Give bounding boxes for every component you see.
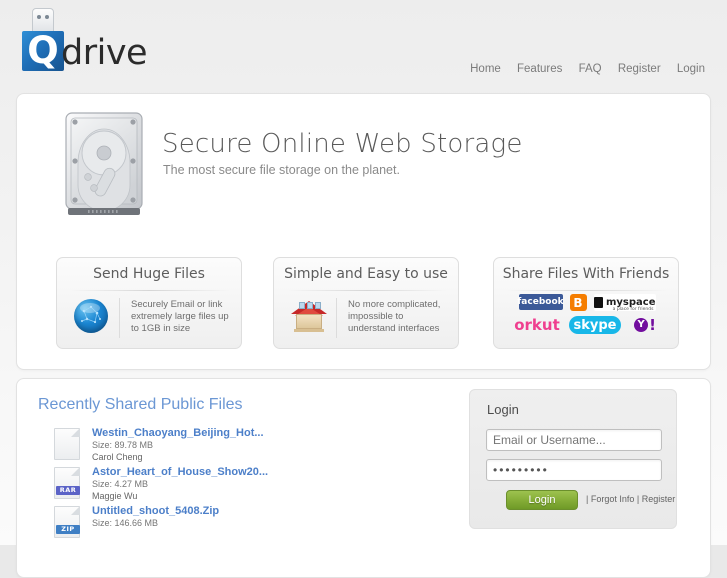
globe-icon bbox=[74, 299, 110, 335]
feature-text: No more complicated, impossible to under… bbox=[348, 299, 441, 334]
feature-title: Send Huge Files bbox=[93, 266, 205, 282]
myspace-icon[interactable]: myspace a place for friends bbox=[593, 294, 656, 312]
house-icon bbox=[291, 299, 327, 335]
nav-item-register[interactable]: Register bbox=[618, 63, 661, 75]
site-logo[interactable]: Q drive bbox=[14, 8, 214, 73]
feature-divider-rule bbox=[507, 290, 667, 291]
hero-subtitle: The most secure file storage on the plan… bbox=[163, 163, 400, 177]
file-owner: Carol Cheng bbox=[92, 452, 143, 462]
feature-vertical-divider bbox=[336, 298, 337, 338]
file-name-link[interactable]: Untitled_shoot_5408.Zip bbox=[92, 505, 219, 517]
feature-box-share-with-friends[interactable]: Share Files With Friends facebook B mysp… bbox=[493, 257, 679, 349]
password-input[interactable] bbox=[486, 459, 662, 481]
feature-box-simple-and-easy[interactable]: Simple and Easy to use No more complicat… bbox=[273, 257, 459, 349]
nav-item-faq[interactable]: FAQ bbox=[579, 63, 602, 75]
skype-icon[interactable]: skype bbox=[569, 316, 621, 334]
site-header: Q drive Home Features FAQ Register Login bbox=[0, 0, 727, 92]
feature-text: Securely Email or link extremely large f… bbox=[131, 299, 229, 334]
feature-title: Share Files With Friends bbox=[502, 266, 670, 282]
myspace-tagline: a place for friends bbox=[612, 306, 654, 312]
facebook-icon[interactable]: facebook bbox=[517, 294, 564, 310]
username-input[interactable] bbox=[486, 429, 662, 451]
list-item[interactable]: Westin_Chaoyang_Beijing_Hot... Size: 89.… bbox=[40, 427, 325, 464]
file-size: Size: 4.27 MB bbox=[92, 479, 149, 489]
file-size: Size: 146.66 MB bbox=[92, 518, 159, 528]
hero-panel: Secure Online Web Storage The most secur… bbox=[16, 93, 711, 370]
file-icon bbox=[54, 428, 80, 460]
feature-title: Simple and Easy to use bbox=[284, 266, 448, 282]
nav-item-home[interactable]: Home bbox=[470, 63, 501, 75]
orkut-icon[interactable]: orkut bbox=[512, 316, 562, 334]
blogger-icon[interactable]: B bbox=[569, 294, 587, 311]
login-links-text[interactable]: | Forgot Info | Register bbox=[586, 494, 675, 504]
file-name-link[interactable]: Astor_Heart_of_House_Show20... bbox=[92, 466, 268, 478]
file-icon: RAR bbox=[54, 467, 80, 499]
main-nav: Home Features FAQ Register Login bbox=[457, 63, 705, 75]
nav-item-login[interactable]: Login bbox=[677, 63, 705, 75]
file-size: Size: 89.78 MB bbox=[92, 440, 154, 450]
hard-drive-icon bbox=[65, 112, 143, 215]
list-item[interactable]: RAR Astor_Heart_of_House_Show20... Size:… bbox=[40, 466, 325, 503]
login-title: Login bbox=[487, 402, 519, 417]
feature-divider-rule bbox=[70, 290, 230, 291]
login-panel: Login Login | Forgot Info | Register bbox=[469, 389, 677, 529]
logo-letter-q: Q bbox=[27, 29, 59, 72]
file-type-badge: ZIP bbox=[56, 525, 80, 534]
logo-wordmark: drive bbox=[61, 33, 148, 73]
list-item[interactable]: ZIP Untitled_shoot_5408.Zip Size: 146.66… bbox=[40, 505, 325, 542]
page-title: Recently Shared Public Files bbox=[38, 396, 243, 413]
feature-divider-rule bbox=[287, 290, 447, 291]
login-links: | Forgot Info | Register bbox=[586, 494, 675, 504]
page-root: Q drive Home Features FAQ Register Login bbox=[0, 0, 727, 578]
recent-files-panel: Recently Shared Public Files Westin_Chao… bbox=[16, 378, 711, 578]
file-icon: ZIP bbox=[54, 506, 80, 538]
nav-item-features[interactable]: Features bbox=[517, 63, 562, 75]
file-owner: Maggie Wu bbox=[92, 491, 138, 501]
social-logo-list: facebook B myspace a place for friends o… bbox=[505, 294, 669, 334]
myspace-mark-icon bbox=[593, 297, 603, 308]
recent-files-list: Westin_Chaoyang_Beijing_Hot... Size: 89.… bbox=[40, 427, 325, 544]
login-button[interactable]: Login bbox=[506, 490, 578, 510]
feature-box-send-huge-files[interactable]: Send Huge Files Securely Email or link e… bbox=[56, 257, 242, 349]
file-type-badge: RAR bbox=[56, 486, 80, 495]
feature-vertical-divider bbox=[119, 298, 120, 338]
yahoo-icon[interactable]: Y! bbox=[628, 316, 662, 334]
file-name-link[interactable]: Westin_Chaoyang_Beijing_Hot... bbox=[92, 427, 264, 439]
yahoo-mark: Y bbox=[634, 318, 649, 332]
myspace-label: myspace bbox=[605, 296, 656, 308]
yahoo-suffix: ! bbox=[649, 315, 656, 334]
hero-title: Secure Online Web Storage bbox=[162, 129, 523, 159]
